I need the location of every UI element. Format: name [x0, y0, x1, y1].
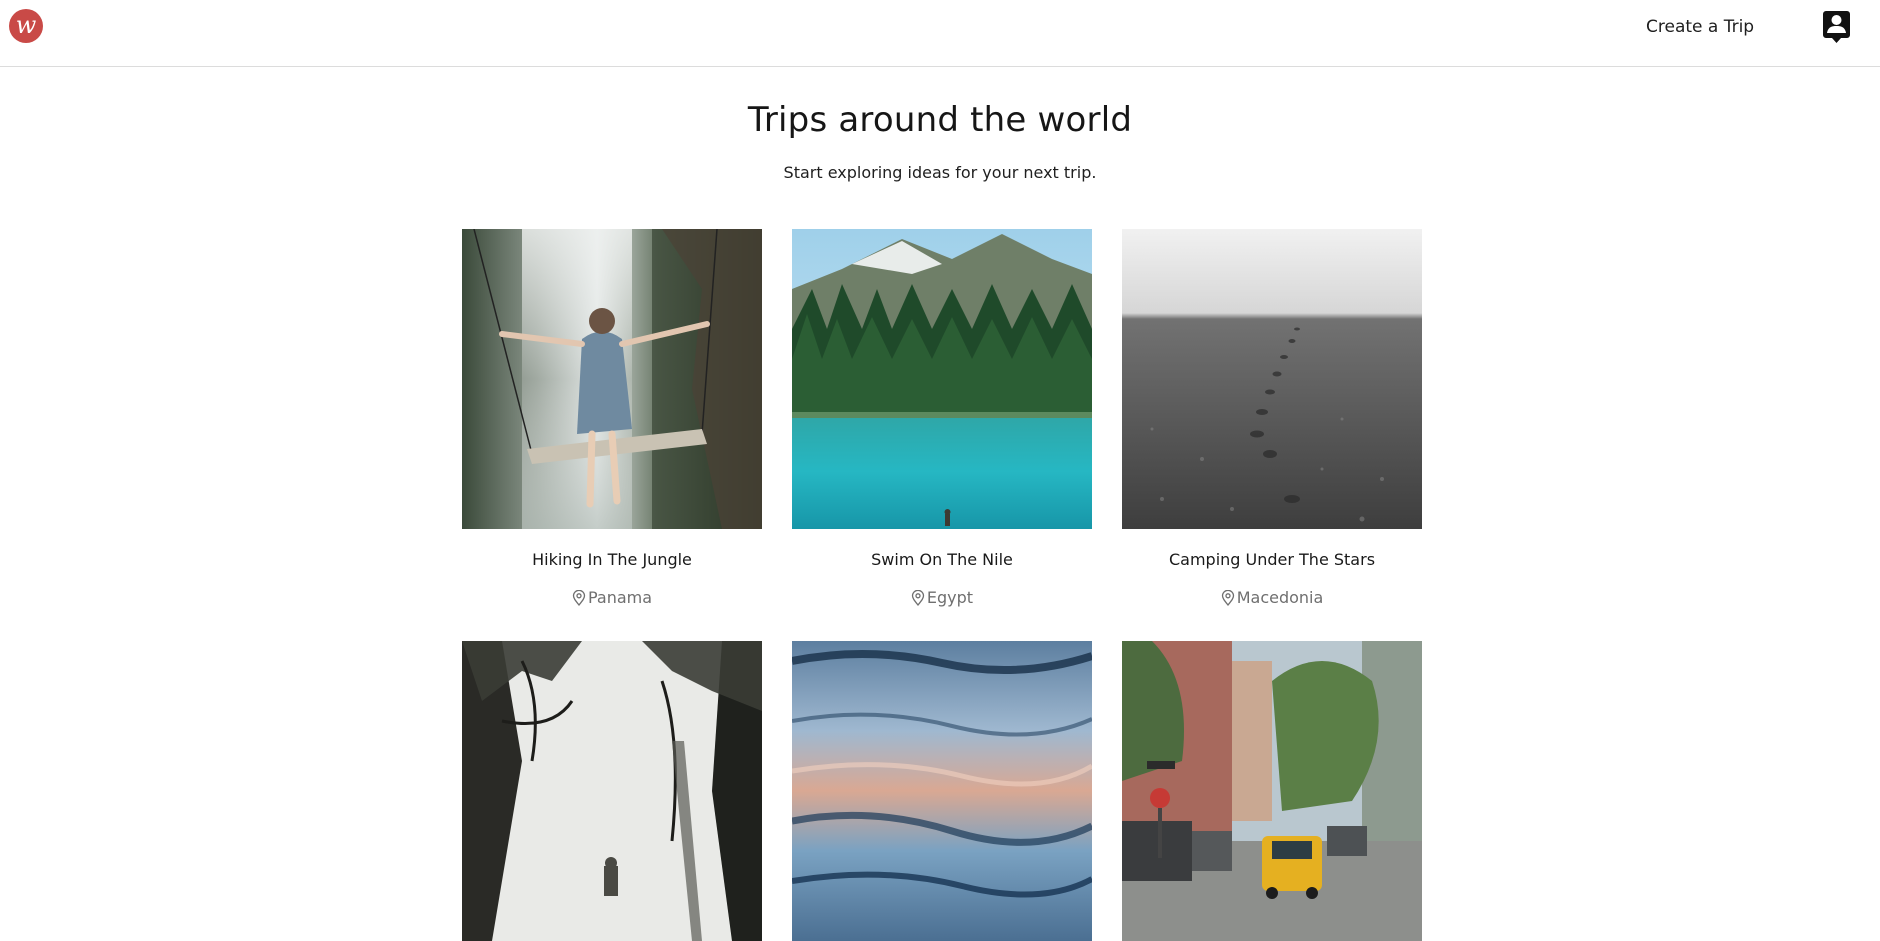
city-street-taxi-photo — [1122, 641, 1422, 941]
brand-logo[interactable]: w — [9, 9, 43, 43]
trip-title: Camping Under The Stars — [1168, 550, 1376, 569]
location-pin-icon — [1221, 590, 1234, 606]
location-pin-icon — [572, 590, 586, 606]
top-navbar: w Create a Trip — [0, 0, 1880, 67]
trip-location: Egypt — [792, 588, 1092, 608]
trip-card[interactable]: Camping Under The Stars Macedonia — [1122, 229, 1422, 607]
create-trip-link[interactable]: Create a Trip — [1646, 16, 1754, 38]
trip-card[interactable]: Swim On The Nile Egypt — [792, 229, 1092, 607]
trip-location: Panama — [462, 588, 762, 608]
foggy-footprints-beach-photo — [1122, 229, 1422, 529]
logo-letter: w — [15, 11, 37, 39]
trip-location: Macedonia — [1122, 588, 1422, 608]
trip-location-label: Panama — [587, 588, 653, 607]
trip-card[interactable]: Hiking In The Jungle Panama — [462, 229, 762, 607]
trip-card[interactable] — [792, 641, 1092, 941]
trip-location-label: Macedonia — [1236, 588, 1324, 607]
account-button[interactable] — [1823, 11, 1850, 43]
trip-card[interactable] — [1122, 641, 1422, 941]
blue-water-ripples-photo — [792, 641, 1092, 941]
trip-title: Swim On The Nile — [871, 550, 1013, 569]
waterfall-swing-photo — [462, 229, 762, 529]
misty-forest-trees-photo — [462, 641, 762, 941]
page-subtitle: Start exploring ideas for your next trip… — [783, 163, 1097, 182]
trip-title: Hiking In The Jungle — [532, 550, 692, 569]
trip-card[interactable] — [462, 641, 762, 941]
trip-location-label: Egypt — [926, 588, 974, 607]
account-box-icon — [1823, 11, 1850, 43]
turquoise-lake-forest-photo — [792, 229, 1092, 529]
location-pin-icon — [911, 590, 925, 606]
page-title: Trips around the world — [747, 100, 1133, 140]
